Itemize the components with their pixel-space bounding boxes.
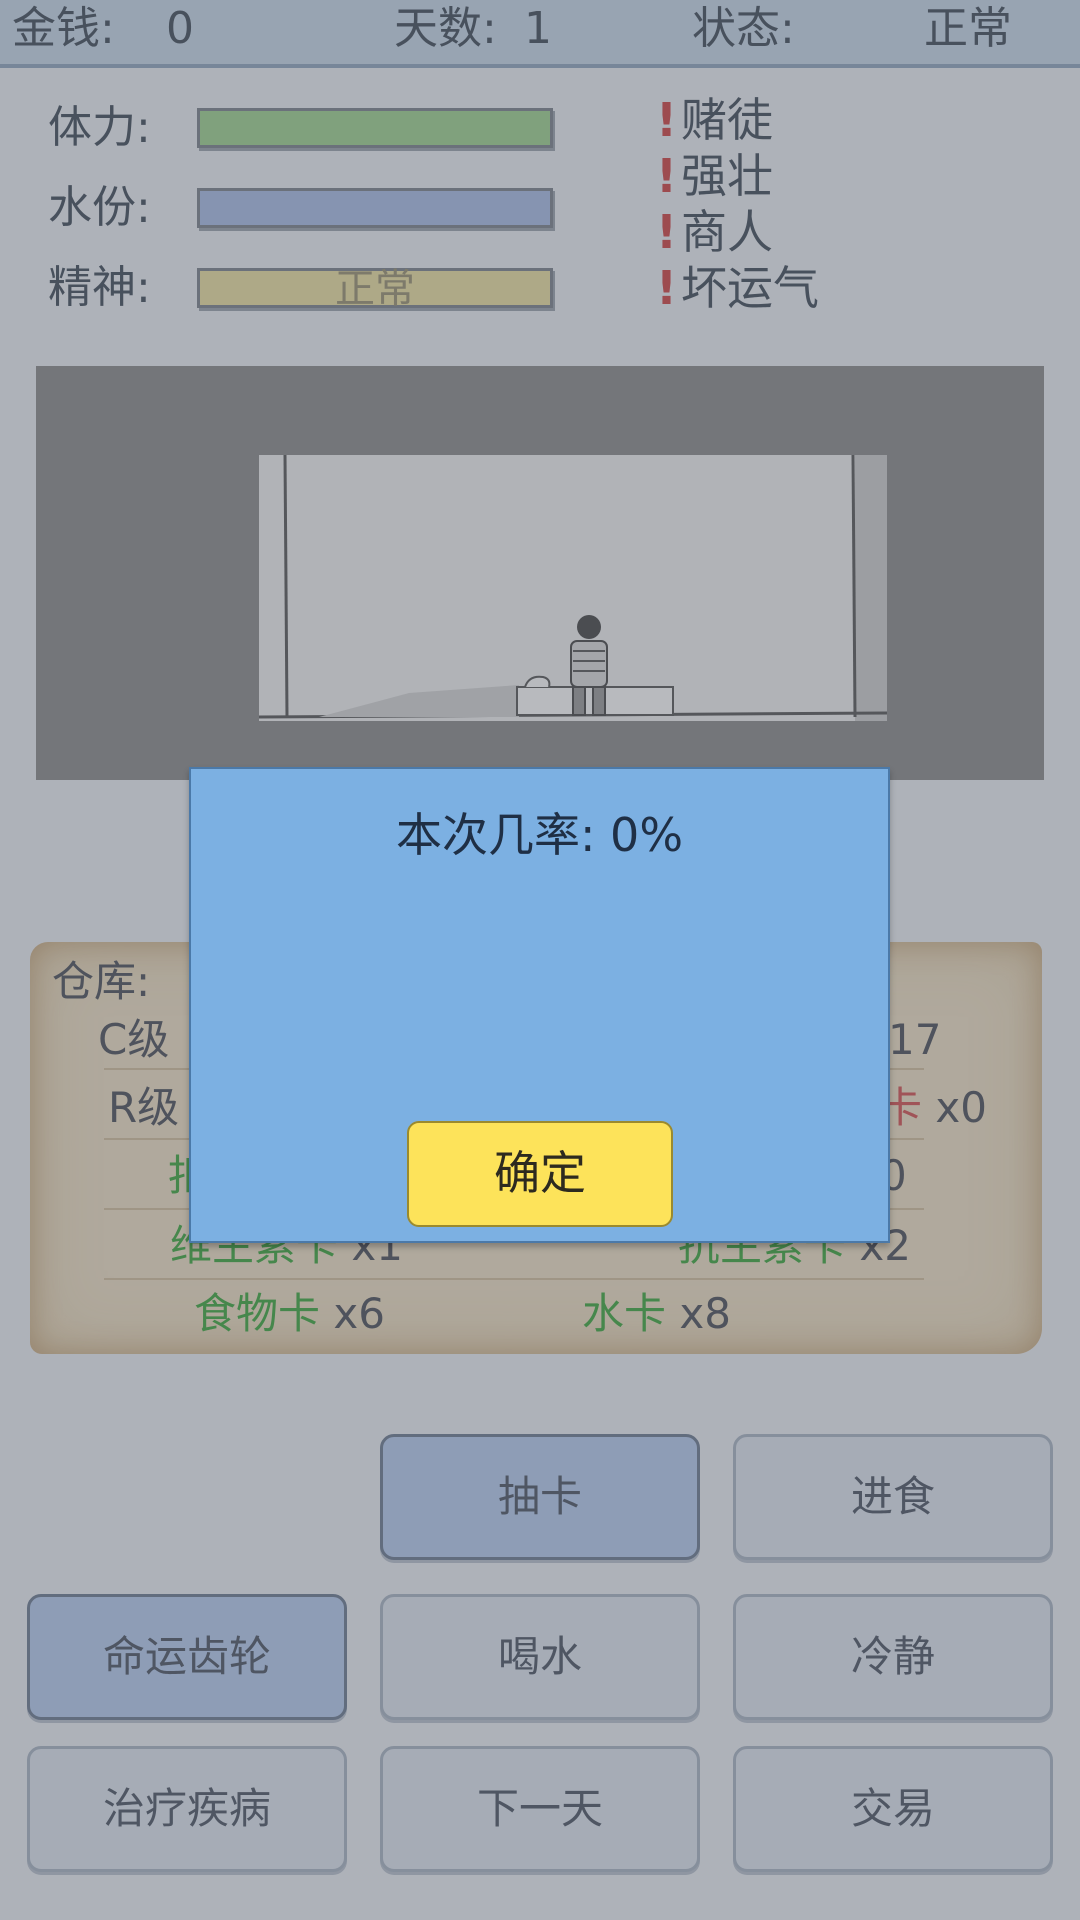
probability-dialog: 本次几率: 0% 确定: [189, 767, 890, 1243]
dialog-title: 本次几率: 0%: [395, 808, 684, 862]
confirm-button[interactable]: 确定: [407, 1121, 673, 1227]
